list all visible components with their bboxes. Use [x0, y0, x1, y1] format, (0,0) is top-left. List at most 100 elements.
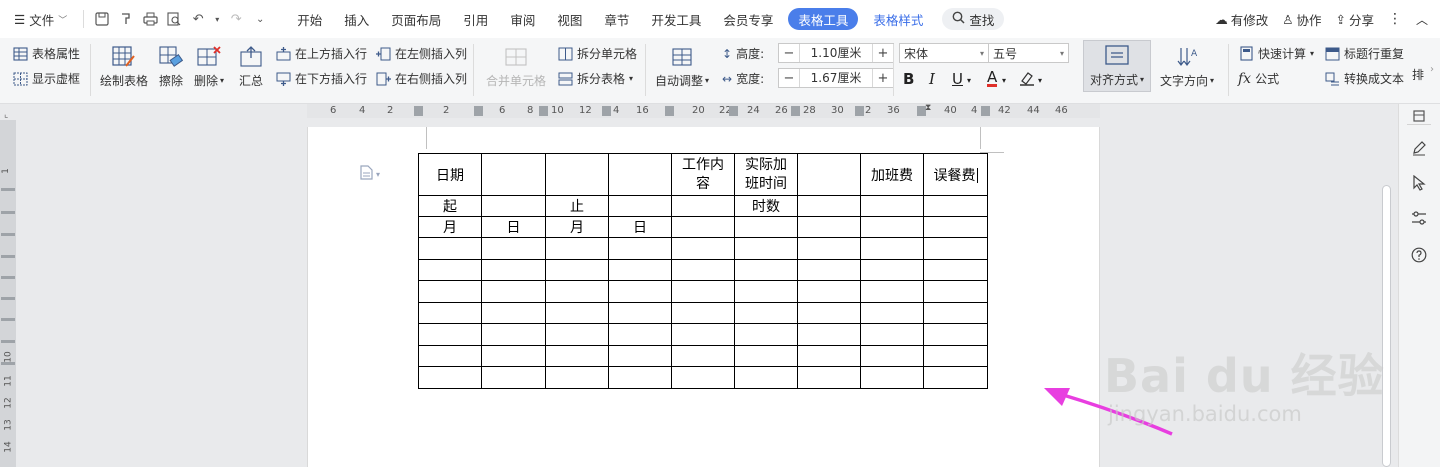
convert-to-text-button[interactable]: 转换成文本 — [1324, 70, 1404, 87]
overtime-table[interactable]: 日期 工作内容 实际加班时间 加班费 误餐费起 止 时数月 日 月 日 — [418, 153, 988, 389]
collapse-ribbon-icon[interactable]: ︿ — [1416, 11, 1428, 28]
tab-member[interactable]: 会员专享 — [712, 0, 784, 38]
ruler-column-marker[interactable] — [981, 106, 990, 116]
bold-button[interactable]: B — [903, 70, 914, 88]
table-cell[interactable] — [418, 323, 482, 346]
table-cell[interactable] — [671, 237, 735, 260]
more-options-icon[interactable]: ⋮ — [1388, 11, 1402, 27]
draw-table-button[interactable]: 绘制表格 — [100, 44, 148, 89]
table-cell[interactable]: 工作内容 — [671, 153, 735, 196]
show-gridlines-button[interactable]: 显示虚框 — [12, 70, 80, 87]
chevron-down-icon[interactable]: ▾ — [967, 76, 971, 85]
help-icon[interactable] — [1409, 245, 1429, 265]
table-cell[interactable] — [923, 237, 988, 260]
table-cell[interactable] — [671, 280, 735, 303]
table-cell[interactable] — [545, 237, 609, 260]
table-cell[interactable] — [860, 302, 924, 324]
delete-button[interactable]: 删除 ▾ — [194, 44, 224, 89]
table-cell[interactable] — [418, 366, 482, 389]
table-cell[interactable] — [797, 237, 861, 260]
table-cell[interactable] — [481, 302, 546, 324]
insert-row-above-button[interactable]: 在上方插入行 — [275, 45, 367, 62]
table-cell[interactable] — [608, 259, 672, 281]
share-button[interactable]: ⇪ 分享 — [1335, 10, 1374, 29]
tab-home[interactable]: 开始 — [286, 0, 333, 38]
decrease-height-button[interactable]: − — [779, 46, 799, 61]
split-cells-button[interactable]: 拆分单元格 — [557, 45, 637, 62]
table-cell[interactable] — [671, 259, 735, 281]
chevron-down-icon[interactable]: ▾ — [1002, 76, 1006, 85]
row-height-stepper[interactable]: − 1.10厘米 + — [778, 43, 894, 63]
quick-calculate-button[interactable]: 快速计算 ▾ — [1238, 45, 1314, 62]
table-cell[interactable] — [797, 195, 861, 217]
table-cell[interactable] — [797, 366, 861, 389]
table-cell[interactable]: 实际加班时间 — [734, 153, 798, 196]
row-height-value[interactable]: 1.10厘米 — [799, 44, 873, 62]
table-cell[interactable] — [481, 345, 546, 367]
print-preview-icon[interactable] — [164, 9, 184, 29]
table-cell[interactable] — [418, 345, 482, 367]
table-cell[interactable] — [418, 302, 482, 324]
table-cell[interactable] — [671, 302, 735, 324]
table-cell[interactable] — [608, 366, 672, 389]
table-cell[interactable] — [860, 195, 924, 217]
table-cell[interactable] — [545, 280, 609, 303]
tab-insert[interactable]: 插入 — [333, 0, 380, 38]
ruler-column-marker[interactable] — [414, 106, 423, 116]
erase-button[interactable]: 擦除 — [158, 44, 184, 89]
merge-cells-button[interactable]: 合并单元格 — [486, 44, 546, 89]
column-width-value[interactable]: 1.67厘米 — [799, 69, 873, 87]
table-cell[interactable] — [860, 216, 924, 238]
increase-height-button[interactable]: + — [873, 46, 893, 61]
table-cell[interactable] — [481, 237, 546, 260]
customize-toolbar-icon[interactable]: ⌄ — [250, 9, 270, 29]
ruler-column-marker[interactable] — [855, 106, 864, 116]
tab-view[interactable]: 视图 — [546, 0, 593, 38]
table-cell[interactable] — [797, 153, 861, 196]
ruler-column-marker[interactable] — [602, 106, 611, 116]
table-cell[interactable] — [860, 345, 924, 367]
insert-column-left-button[interactable]: 在左侧插入列 — [375, 45, 467, 62]
table-cell[interactable] — [860, 280, 924, 303]
table-cell[interactable] — [923, 366, 988, 389]
table-cell[interactable] — [545, 302, 609, 324]
summary-button[interactable]: 汇总 — [238, 44, 264, 89]
chevron-down-icon[interactable]: ▾ — [212, 9, 222, 29]
table-cell[interactable] — [481, 366, 546, 389]
table-cell[interactable]: 误餐费 — [923, 153, 988, 196]
repeat-header-row-button[interactable]: 标题行重复 — [1324, 45, 1404, 62]
table-cell[interactable] — [923, 345, 988, 367]
table-cell[interactable] — [923, 302, 988, 324]
text-direction-button[interactable]: A 文字方向 ▾ — [1160, 44, 1214, 89]
split-table-button[interactable]: 拆分表格 ▾ — [557, 70, 633, 87]
table-cell[interactable] — [671, 216, 735, 238]
table-cell[interactable] — [797, 280, 861, 303]
table-cell[interactable] — [418, 259, 482, 281]
ruler-row-marker[interactable] — [1, 233, 15, 236]
table-cell[interactable]: 日 — [608, 216, 672, 238]
tab-table-tools[interactable]: 表格工具 — [788, 8, 859, 30]
font-color-button[interactable]: A — [987, 70, 998, 87]
formula-button[interactable]: fx 公式 — [1238, 70, 1279, 87]
table-cell[interactable] — [545, 259, 609, 281]
scrollbar-thumb[interactable] — [1382, 185, 1391, 467]
table-cell[interactable] — [545, 153, 609, 196]
sort-button[interactable]: 排 — [1412, 66, 1424, 83]
tab-page-layout[interactable]: 页面布局 — [380, 0, 452, 38]
ruler-row-marker[interactable] — [1, 255, 15, 258]
table-cell[interactable] — [481, 259, 546, 281]
table-cell[interactable] — [797, 302, 861, 324]
ruler-row-marker[interactable] — [1, 340, 15, 343]
table-cell[interactable] — [608, 323, 672, 346]
table-cell[interactable] — [860, 259, 924, 281]
column-width-stepper[interactable]: − 1.67厘米 + — [778, 68, 894, 88]
table-cell[interactable] — [923, 195, 988, 217]
ruler-row-marker[interactable] — [1, 318, 15, 321]
file-menu-button[interactable]: ☰ 文件 ﹀ — [0, 10, 77, 29]
ruler-column-marker[interactable] — [791, 106, 800, 116]
table-cell[interactable] — [545, 345, 609, 367]
insert-column-right-button[interactable]: 在右侧插入列 — [375, 70, 467, 87]
tab-section[interactable]: 章节 — [593, 0, 640, 38]
table-cell[interactable]: 止 — [545, 195, 609, 217]
table-cell[interactable]: 起 — [418, 195, 482, 217]
